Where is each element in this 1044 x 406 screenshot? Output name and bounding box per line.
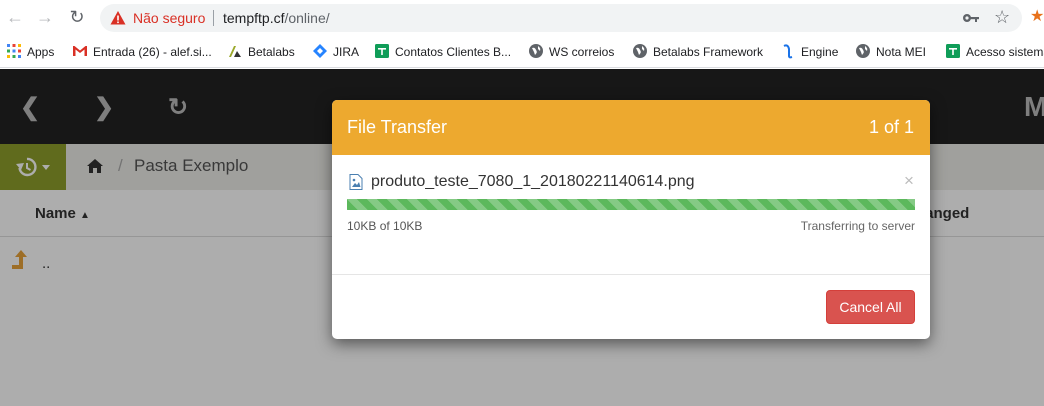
bookmark-engine[interactable]: Engine xyxy=(780,42,838,62)
engine-icon xyxy=(783,44,793,59)
omnibox-divider xyxy=(213,10,214,26)
image-file-icon xyxy=(349,174,363,190)
dialog-header: File Transfer 1 of 1 xyxy=(332,100,930,155)
warning-icon xyxy=(110,11,126,25)
bookmark-ws-correios[interactable]: WS correios xyxy=(528,42,614,62)
transfer-count: 1 of 1 xyxy=(868,117,914,137)
bookmark-label: Entrada (26) - alef.si... xyxy=(93,45,212,59)
globe-icon xyxy=(529,44,543,58)
jira-icon xyxy=(313,44,327,58)
url-text[interactable]: tempftp.cf/online/ xyxy=(223,10,330,26)
sheets-icon xyxy=(946,44,960,58)
bookmark-betalabs-framework[interactable]: Betalabs Framework xyxy=(632,42,763,62)
progress-bar xyxy=(347,199,915,210)
bookmark-label: Betalabs Framework xyxy=(653,45,764,59)
transfer-file-name: produto_teste_7080_1_20180221140614.png xyxy=(371,173,695,190)
gmail-icon xyxy=(73,46,87,56)
bookmark-label: JIRA xyxy=(333,45,360,59)
bookmark-jira[interactable]: JIRA xyxy=(312,42,359,62)
globe-icon xyxy=(856,44,870,58)
bookmarks-bar: Apps Entrada (26) - alef.si... Betalabs … xyxy=(0,36,1044,68)
bookmark-label: Contatos Clientes B... xyxy=(395,45,512,59)
bookmark-acesso-sistema[interactable]: Acesso sistema xyxy=(945,42,1044,62)
bookmark-apps[interactable]: Apps xyxy=(6,42,54,62)
bookmark-betalabs[interactable]: Betalabs xyxy=(227,42,295,62)
security-label[interactable]: Não seguro xyxy=(133,10,205,26)
transfer-status: Transferring to server xyxy=(800,219,915,233)
bookmark-star-icon[interactable]: ☆ xyxy=(994,7,1010,28)
betalabs-icon xyxy=(229,46,241,57)
extension-icon[interactable]: ★ xyxy=(1030,6,1044,26)
url-host: tempftp.cf xyxy=(223,10,285,26)
sheets-icon xyxy=(375,44,389,58)
bookmark-label: Betalabs xyxy=(248,45,295,59)
transfer-size: 10KB of 10KB xyxy=(347,219,423,233)
address-bar[interactable]: Não seguro tempftp.cf/online/ ☆ xyxy=(100,4,1022,32)
reload-icon[interactable]: ↻ xyxy=(66,6,88,28)
forward-arrow-icon[interactable]: → xyxy=(34,6,56,28)
dialog-title: File Transfer xyxy=(347,117,448,137)
bookmark-gmail[interactable]: Entrada (26) - alef.si... xyxy=(72,42,212,62)
dialog-divider xyxy=(332,274,930,275)
apps-grid-icon xyxy=(7,44,21,58)
file-transfer-dialog: File Transfer 1 of 1 produto_teste_7080_… xyxy=(332,100,930,339)
bookmark-label: Acesso sistema xyxy=(966,45,1044,59)
cancel-all-button[interactable]: Cancel All xyxy=(826,290,915,324)
bookmark-label: Nota MEI xyxy=(876,45,927,59)
bookmark-contatos[interactable]: Contatos Clientes B... xyxy=(374,42,511,62)
bookmark-label: Engine xyxy=(801,45,839,59)
browser-toolbar: ← → ↻ Não seguro tempftp.cf/online/ ☆ ★ xyxy=(0,0,1044,36)
bookmark-nota-mei[interactable]: Nota MEI xyxy=(855,42,926,62)
key-icon[interactable] xyxy=(962,10,980,26)
globe-icon xyxy=(633,44,647,58)
url-path: /online/ xyxy=(284,10,330,26)
bookmark-label: WS correios xyxy=(549,45,615,59)
bookmark-label: Apps xyxy=(27,45,55,59)
close-icon[interactable]: × xyxy=(904,171,914,191)
back-arrow-icon[interactable]: ← xyxy=(4,6,26,28)
